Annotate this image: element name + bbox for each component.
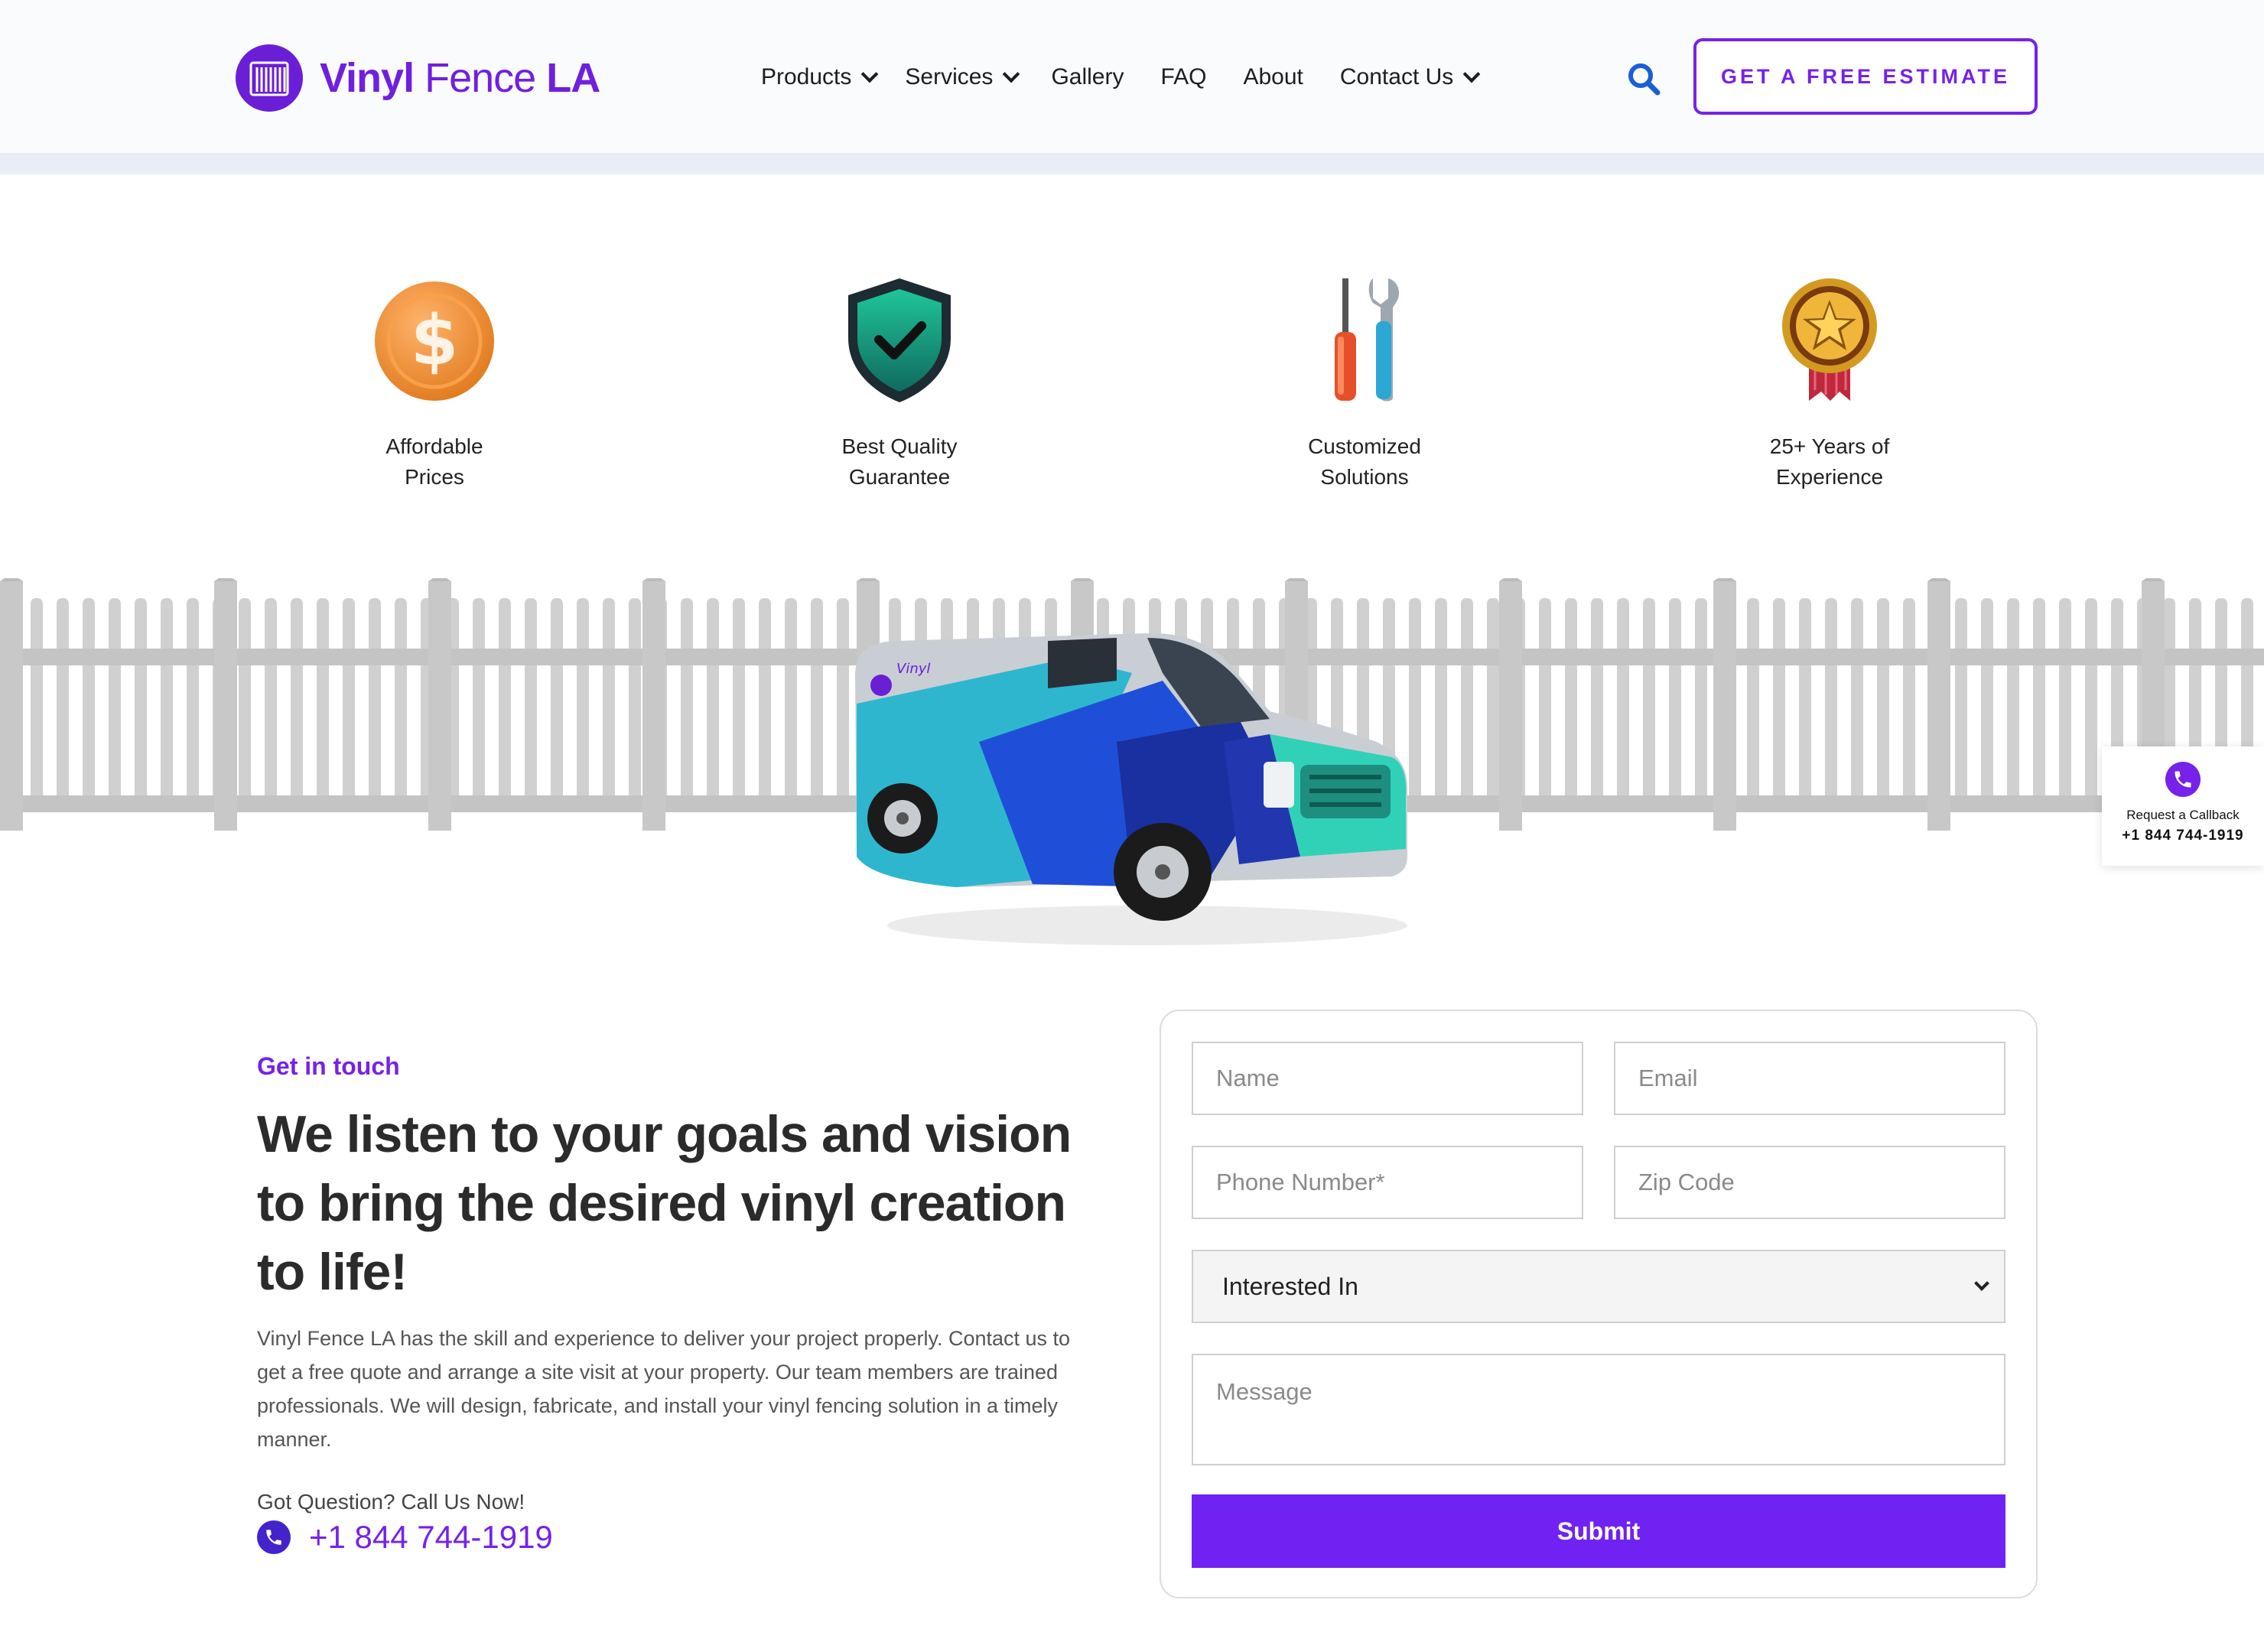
feature-label: 25+ Years of Experience	[1769, 434, 1890, 489]
name-field[interactable]	[1192, 1042, 1583, 1115]
request-callback-widget[interactable]: Request a Callback +1 844 744-1919	[2102, 746, 2264, 866]
nav-contact-us[interactable]: Contact Us	[1339, 64, 1481, 90]
feature-label: Customized Solutions	[1308, 434, 1421, 489]
call-phone-link[interactable]: +1 844 744-1919	[257, 1519, 553, 1556]
free-estimate-button[interactable]: GET A FREE ESTIMATE	[1693, 38, 2038, 115]
svg-text:Vinyl: Vinyl	[896, 661, 930, 677]
nav-faq-label: FAQ	[1160, 64, 1207, 89]
logo-word-vinyl: Vinyl	[320, 55, 415, 101]
nav-products[interactable]: Products	[761, 64, 879, 90]
feature-label: Affordable Prices	[385, 434, 483, 489]
nav-services-label: Services	[905, 64, 994, 89]
fence-logo-icon	[236, 44, 303, 112]
header-divider	[0, 153, 2264, 174]
site-logo[interactable]: Vinyl Fence LA	[236, 44, 600, 112]
svg-text:$: $	[411, 301, 459, 381]
search-icon[interactable]	[1626, 61, 1661, 96]
main-nav: Products Services Gallery FAQ About Cont…	[761, 60, 1481, 95]
zip-code-field[interactable]	[1614, 1146, 2005, 1219]
tools-icon	[1300, 275, 1430, 405]
phone-icon	[257, 1520, 291, 1554]
nav-about-label: About	[1243, 64, 1303, 89]
chevron-down-icon	[1003, 65, 1020, 83]
submit-button[interactable]: Submit	[1192, 1494, 2005, 1568]
section-headline: We listen to your goals and vision to br…	[257, 1105, 1072, 1301]
callback-phone: +1 844 744-1919	[2122, 828, 2244, 844]
chevron-down-icon	[1974, 1276, 1989, 1291]
nav-gallery-label: Gallery	[1051, 64, 1124, 89]
chevron-down-icon	[861, 65, 879, 83]
phone-icon	[2165, 762, 2201, 797]
interested-in-value: Interested In	[1222, 1272, 1358, 1300]
site-header: Vinyl Fence LA Products Services Gallery…	[0, 0, 2264, 153]
phone-field[interactable]	[1192, 1146, 1583, 1219]
section-eyebrow: Get in touch	[257, 1052, 400, 1080]
message-field[interactable]	[1192, 1354, 2005, 1465]
interested-in-select[interactable]: Interested In	[1192, 1250, 2005, 1323]
company-van-image: Vinyl	[855, 633, 1407, 945]
nav-contact-us-label: Contact Us	[1339, 64, 1454, 89]
nav-faq[interactable]: FAQ	[1160, 64, 1206, 90]
feature-years-experience: 25+ Years of Experience	[1677, 275, 1983, 493]
feature-label: Best Quality Guarantee	[841, 434, 958, 489]
logo-word-la: LA	[546, 55, 600, 101]
nav-products-label: Products	[761, 64, 852, 89]
shield-check-icon	[834, 275, 964, 405]
dollar-coin-icon: $	[369, 275, 499, 405]
nav-gallery[interactable]: Gallery	[1051, 64, 1124, 90]
feature-customized-solutions: Customized Solutions	[1212, 275, 1517, 493]
logo-wordmark: Vinyl Fence LA	[320, 54, 600, 102]
section-body-text: Vinyl Fence LA has the skill and experie…	[257, 1327, 1071, 1451]
chevron-down-icon	[1462, 65, 1481, 83]
medal-icon	[1765, 275, 1895, 405]
feature-affordable-prices: $ Affordable Prices	[281, 275, 587, 493]
call-prompt: Got Question? Call Us Now!	[257, 1490, 525, 1514]
logo-word-fence: Fence	[424, 55, 536, 101]
call-phone-number: +1 844 744-1919	[309, 1519, 553, 1555]
email-field[interactable]	[1614, 1042, 2005, 1115]
nav-about[interactable]: About	[1243, 64, 1303, 90]
nav-services[interactable]: Services	[905, 64, 1020, 90]
callback-title: Request a Callback	[2126, 808, 2240, 822]
feature-best-quality: Best Quality Guarantee	[747, 275, 1052, 493]
